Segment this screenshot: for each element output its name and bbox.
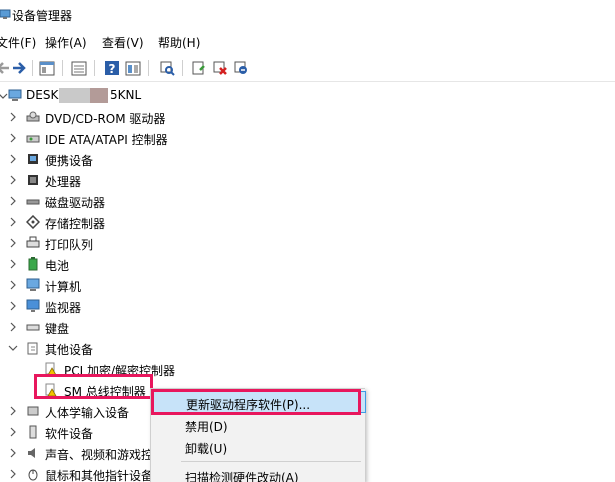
tree-item-label: IDE ATA/ATAPI 控制器 <box>45 133 168 147</box>
tree-item-label: 其他设备 <box>45 343 94 357</box>
tree-item-label: 声音、视频和游戏控 <box>45 448 154 462</box>
dvd-drive-icon <box>26 111 40 122</box>
processor-icon <box>28 175 38 185</box>
view2-icon[interactable] <box>124 59 142 77</box>
chevron-right-icon[interactable] <box>8 448 18 458</box>
chevron-right-icon[interactable] <box>8 469 18 479</box>
tree-item-label: 软件设备 <box>45 427 94 441</box>
computer-icon <box>26 278 40 291</box>
printer-icon <box>26 236 40 248</box>
tree-item-label: 存储控制器 <box>45 217 106 231</box>
redacted-block-2 <box>90 88 108 103</box>
svg-text:?: ? <box>109 62 116 76</box>
toolbar-separator <box>32 60 33 76</box>
chevron-right-icon[interactable] <box>8 217 18 227</box>
tree-item-ide[interactable]: IDE ATA/ATAPI 控制器 <box>0 127 300 148</box>
menu-view[interactable]: 查看(V) <box>102 34 144 51</box>
menu-help[interactable]: 帮助(H) <box>158 34 200 51</box>
mouse-icon <box>28 469 38 481</box>
chevron-right-icon[interactable] <box>8 301 18 311</box>
toolbar-separator <box>62 60 63 76</box>
speaker-icon <box>28 448 35 458</box>
tree-root[interactable]: DESK 5KNL <box>0 85 200 106</box>
chevron-down-icon[interactable] <box>0 91 8 101</box>
portable-device-icon <box>28 154 38 164</box>
tree-item-label: DVD/CD-ROM 驱动器 <box>45 112 166 126</box>
update-driver-icon[interactable] <box>190 59 208 77</box>
toolbar-separator <box>148 60 149 76</box>
forward-icon[interactable] <box>10 59 28 77</box>
storage-controller-icon <box>26 215 40 229</box>
device-manager-icon <box>0 9 11 19</box>
chevron-right-icon[interactable] <box>8 196 18 206</box>
tree-item-label: 处理器 <box>45 175 82 189</box>
ide-controller-icon <box>26 135 40 143</box>
context-item-label: 禁用(D) <box>185 420 228 434</box>
tree-item-battery[interactable]: 电池 <box>0 253 300 274</box>
chevron-right-icon[interactable] <box>8 133 18 143</box>
chevron-right-icon[interactable] <box>8 112 18 122</box>
tree-item-label: 便携设备 <box>45 154 94 168</box>
software-device-icon <box>29 425 37 439</box>
context-disable[interactable]: 禁用(D) <box>151 414 366 436</box>
disk-drive-icon <box>26 199 40 205</box>
properties-icon[interactable] <box>38 59 56 77</box>
chevron-right-icon[interactable] <box>8 280 18 290</box>
window-title: 设备管理器 <box>12 9 73 23</box>
chevron-down-icon[interactable] <box>8 343 18 353</box>
tree-item-label: 磁盘驱动器 <box>45 196 106 210</box>
tree-item-label: 电池 <box>45 259 70 273</box>
other-devices-icon <box>27 342 38 355</box>
tree-item-other-devices[interactable]: 其他设备 <box>0 337 300 358</box>
root-name-suffix: 5KNL <box>110 88 142 102</box>
tree-item-disk[interactable]: 磁盘驱动器 <box>0 190 300 211</box>
disable-icon[interactable] <box>211 59 229 77</box>
context-item-label: 扫描检测硬件改动(A) <box>185 471 299 482</box>
tree-item-dvd[interactable]: DVD/CD-ROM 驱动器 <box>0 106 300 127</box>
tree-item-print-queue[interactable]: 打印队列 <box>0 232 300 253</box>
title-bar: 设备管理器 <box>0 0 615 30</box>
context-item-label: 卸载(U) <box>185 442 228 456</box>
tree-item-portable[interactable]: 便携设备 <box>0 148 300 169</box>
chevron-right-icon[interactable] <box>8 259 18 269</box>
tree-item-label: 键盘 <box>45 322 70 336</box>
chevron-right-icon[interactable] <box>8 406 18 416</box>
highlight-box-device <box>34 374 153 399</box>
keyboard-icon <box>26 324 40 331</box>
monitor-icon <box>26 299 40 312</box>
tree-item-processor[interactable]: 处理器 <box>0 169 300 190</box>
help-icon[interactable]: ? <box>103 59 121 77</box>
context-separator <box>181 461 361 462</box>
tree-item-label: 计算机 <box>45 280 82 294</box>
computer-icon <box>8 89 22 101</box>
root-name-prefix: DESK <box>26 88 59 102</box>
toolbar: ? <box>0 54 615 82</box>
hid-icon <box>27 406 39 416</box>
tree-item-keyboard[interactable]: 键盘 <box>0 316 300 337</box>
chevron-right-icon[interactable] <box>8 154 18 164</box>
tree-item-label: 人体学输入设备 <box>45 406 130 420</box>
chevron-right-icon[interactable] <box>8 427 18 437</box>
battery-icon <box>28 257 38 271</box>
tree-item-label: 鼠标和其他指针设备 <box>45 469 154 482</box>
uninstall-icon[interactable] <box>232 59 250 77</box>
highlight-box-menu <box>151 389 361 415</box>
chevron-right-icon[interactable] <box>8 238 18 248</box>
tree-item-label: 打印队列 <box>45 238 94 252</box>
view-icon[interactable] <box>70 59 88 77</box>
menu-file[interactable]: 文件(F) <box>0 34 36 51</box>
toolbar-separator <box>94 60 95 76</box>
tree-item-monitor[interactable]: 监视器 <box>0 295 300 316</box>
context-scan-hardware[interactable]: 扫描检测硬件改动(A) <box>151 465 366 482</box>
scan-icon[interactable] <box>158 59 176 77</box>
context-uninstall[interactable]: 卸载(U) <box>151 436 366 458</box>
menu-bar: 文件(F) 操作(A) 查看(V) 帮助(H) <box>0 30 615 52</box>
tree-item-storage[interactable]: 存储控制器 <box>0 211 300 232</box>
tree-item-computer[interactable]: 计算机 <box>0 274 300 295</box>
menu-action[interactable]: 操作(A) <box>45 34 87 51</box>
tree-item-label: 监视器 <box>45 301 82 315</box>
chevron-right-icon[interactable] <box>8 322 18 332</box>
chevron-right-icon[interactable] <box>8 175 18 185</box>
toolbar-separator <box>182 60 183 76</box>
